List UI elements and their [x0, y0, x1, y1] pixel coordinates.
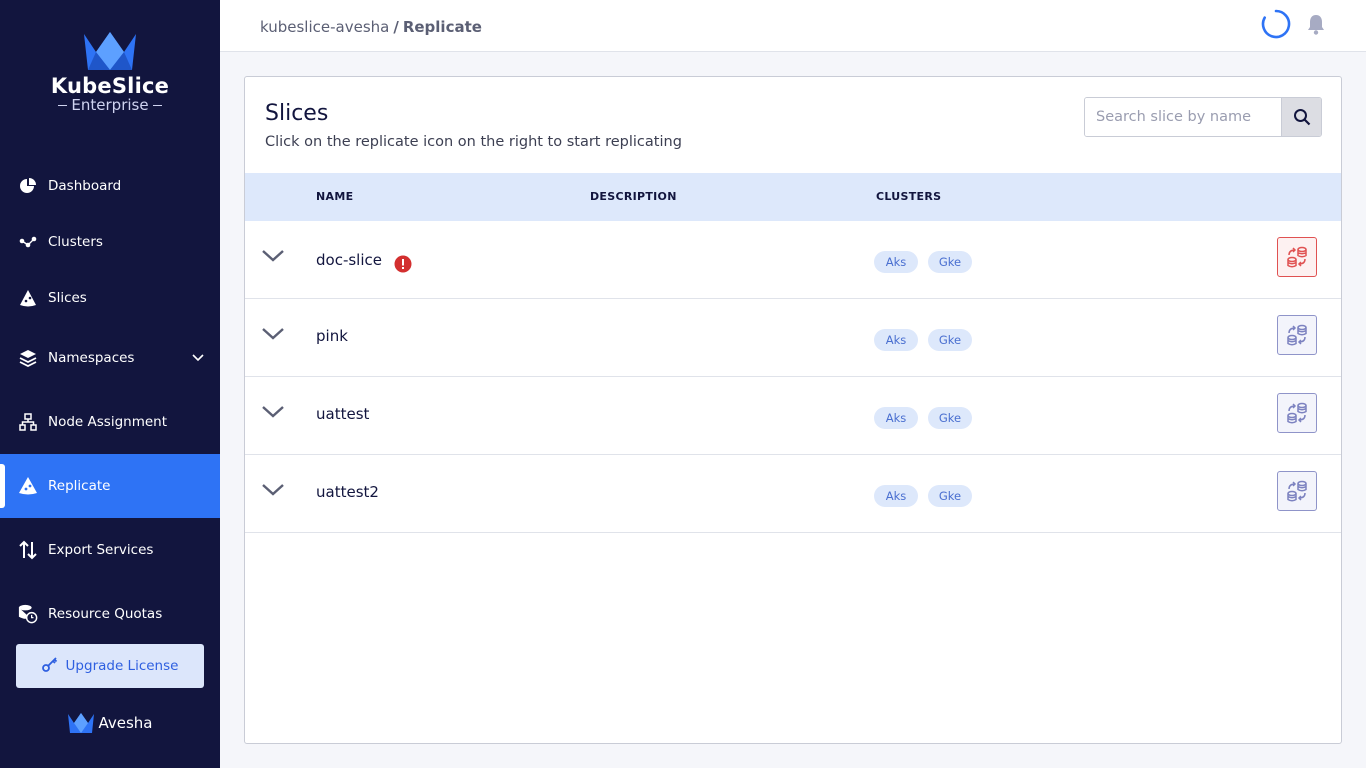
nav-slices[interactable]: Slices [0, 266, 220, 330]
cluster-pill: Gke [928, 329, 972, 351]
table-row[interactable]: doc-slice Aks Gke [245, 221, 1341, 299]
arrows-updown-icon [18, 540, 38, 560]
cluster-pill: Aks [874, 251, 918, 273]
loading-spinner-icon [1261, 9, 1291, 39]
nav-resource-quotas[interactable]: Resource Quotas [0, 582, 220, 646]
page-title: Slices [265, 101, 329, 126]
column-header-description: DESCRIPTION [590, 190, 677, 203]
database-clock-icon [18, 604, 38, 624]
breadcrumb-separator: / [393, 18, 399, 36]
search-button[interactable] [1281, 98, 1321, 136]
sidebar: KubeSlice Enterprise Dashboard Clusters … [0, 0, 220, 768]
kubeslice-logo[interactable]: KubeSlice Enterprise [0, 30, 220, 114]
breadcrumb: kubeslice-avesha / Replicate [260, 18, 482, 36]
chevron-down-icon[interactable] [261, 327, 285, 341]
replicate-button[interactable] [1277, 237, 1317, 277]
nav-label: Export Services [48, 542, 154, 558]
table-row[interactable]: uattest2 Aks Gke [245, 455, 1341, 533]
brand-subtitle: Enterprise [0, 96, 220, 114]
table-header: NAME DESCRIPTION CLUSTERS [245, 173, 1341, 221]
avesha-crown-icon [68, 713, 95, 733]
replicate-db-icon [1287, 402, 1307, 424]
upgrade-label: Upgrade License [65, 658, 179, 674]
nav-label: Replicate [48, 478, 111, 494]
chevron-down-icon[interactable] [261, 249, 285, 263]
top-bar: kubeslice-avesha / Replicate [220, 0, 1366, 52]
key-icon [41, 656, 58, 676]
slice-name: pink [316, 327, 348, 345]
nav-label: Slices [48, 290, 87, 306]
nav-label: Node Assignment [48, 414, 168, 430]
warning-icon [394, 255, 412, 273]
upgrade-license-button[interactable]: Upgrade License [16, 644, 204, 688]
nav-label: Dashboard [48, 178, 122, 194]
replicate-button[interactable] [1277, 315, 1317, 355]
cluster-pill: Aks [874, 329, 918, 351]
nav-label: Clusters [48, 234, 103, 250]
replicate-db-icon [1287, 324, 1307, 346]
nav-clusters[interactable]: Clusters [0, 210, 220, 274]
slice-name: doc-slice [316, 251, 382, 269]
page-subtitle: Click on the replicate icon on the right… [265, 134, 682, 150]
column-header-name: NAME [316, 190, 354, 203]
slices-card: Slices Click on the replicate icon on th… [244, 76, 1342, 744]
replicate-db-icon [1287, 480, 1307, 502]
crown-logo-icon [84, 32, 136, 70]
chevron-down-icon[interactable] [192, 350, 204, 366]
nav-export-services[interactable]: Export Services [0, 518, 220, 582]
nav-label: Resource Quotas [48, 606, 163, 622]
search-icon [1293, 109, 1310, 126]
chevron-down-icon[interactable] [261, 405, 285, 419]
brand-title: KubeSlice [50, 74, 170, 98]
cluster-pill: Gke [928, 485, 972, 507]
bell-icon[interactable] [1306, 13, 1326, 35]
replicate-icon [18, 476, 38, 496]
nav-label: Namespaces [48, 350, 135, 366]
pie-chart-icon [18, 176, 38, 196]
column-header-clusters: CLUSTERS [876, 190, 942, 203]
slice-name: uattest2 [316, 483, 379, 501]
replicate-db-icon [1287, 246, 1307, 268]
search-box [1084, 97, 1322, 137]
replicate-button[interactable] [1277, 471, 1317, 511]
nav-namespaces[interactable]: Namespaces [0, 326, 220, 390]
slice-icon [18, 288, 38, 308]
search-input[interactable] [1085, 98, 1281, 136]
table-row[interactable]: pink Aks Gke [245, 299, 1341, 377]
slice-name: uattest [316, 405, 370, 423]
nav-dashboard[interactable]: Dashboard [0, 154, 220, 218]
cluster-pill: Aks [874, 485, 918, 507]
nav-node-assignment[interactable]: Node Assignment [0, 390, 220, 454]
replicate-button[interactable] [1277, 393, 1317, 433]
layers-icon [18, 348, 38, 368]
cluster-pill: Gke [928, 251, 972, 273]
breadcrumb-current: Replicate [402, 18, 482, 36]
nodes-icon [18, 232, 38, 252]
hierarchy-icon [18, 412, 38, 432]
avesha-logo: Avesha [0, 712, 220, 734]
cluster-pill: Aks [874, 407, 918, 429]
chevron-down-icon[interactable] [261, 483, 285, 497]
cluster-pill: Gke [928, 407, 972, 429]
table-row[interactable]: uattest Aks Gke [245, 377, 1341, 455]
nav-replicate[interactable]: Replicate [0, 454, 220, 518]
breadcrumb-parent[interactable]: kubeslice-avesha [260, 18, 389, 36]
avesha-text: Avesha [98, 714, 153, 732]
